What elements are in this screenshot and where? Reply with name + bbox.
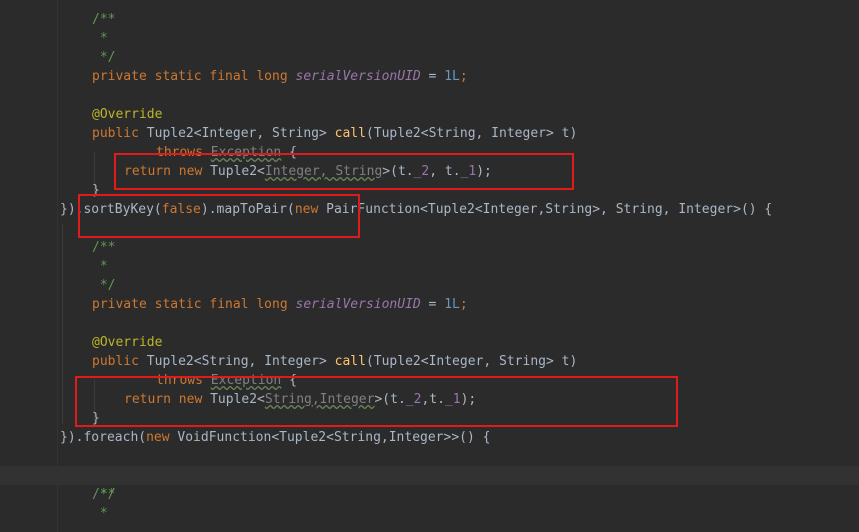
highlight-box-sortbykey [78,194,360,238]
code-token: @Override [92,335,163,350]
code-token: ; [459,297,468,312]
code-editor[interactable]: /** * */ private static final long serial… [0,0,859,532]
code-line[interactable]: /** [0,238,859,257]
code-token: * [92,259,108,274]
code-token: call [334,126,366,141]
code-token: /** [92,12,116,27]
code-token: 1L [444,297,460,312]
code-line[interactable]: }).foreach(new VoidFunction<Tuple2<Strin… [0,428,859,447]
code-token: */ [92,487,116,502]
code-token: 1L [444,69,460,84]
code-line[interactable]: /** [0,10,859,29]
code-line[interactable] [0,466,859,485]
code-token: * [92,506,108,521]
code-token: private static final long [92,69,296,84]
code-line[interactable]: */ [0,48,859,67]
highlight-box-return-2 [75,376,678,427]
code-token: call [334,354,366,369]
code-line[interactable] [0,86,859,105]
code-line[interactable]: * [0,504,859,523]
code-line[interactable] [0,314,859,333]
code-line[interactable]: private static final long serialVersionU… [0,67,859,86]
code-token: VoidFunction<Tuple2<String,Integer>>() { [177,430,491,445]
code-token: (Tuple2<Integer, String> t) [365,354,578,369]
code-token: = [420,297,445,312]
code-token: }).foreach( [60,430,147,445]
code-token: */ [92,50,116,65]
code-token: private static final long [92,297,296,312]
code-token: public [92,126,147,141]
code-token: */ [92,278,116,293]
code-token: @Override [92,107,163,122]
code-line[interactable]: * [0,257,859,276]
code-token: * [92,31,108,46]
code-line[interactable]: * [0,29,859,48]
code-line[interactable]: */ [0,276,859,295]
highlight-box-return-1 [114,153,574,190]
code-line[interactable]: public Tuple2<Integer, String> call(Tupl… [0,124,859,143]
code-token: serialVersionUID [295,297,421,312]
code-line[interactable]: */ [0,485,859,504]
code-token: ; [459,69,468,84]
code-token: serialVersionUID [295,69,421,84]
code-line[interactable]: @Override [0,333,859,352]
code-token: /** [92,240,116,255]
code-token: (Tuple2<String, Integer> t) [365,126,578,141]
code-line[interactable]: public Tuple2<String, Integer> call(Tupl… [0,352,859,371]
code-token: Tuple2<String, Integer> [146,354,335,369]
code-token: public [92,354,147,369]
code-token: new [146,430,178,445]
code-line[interactable]: private static final long serialVersionU… [0,295,859,314]
code-token: Tuple2<Integer, String> [146,126,335,141]
code-token: = [420,69,445,84]
code-token: PairFunction<Tuple2<Integer,String>, Str… [326,202,773,217]
code-line[interactable]: @Override [0,105,859,124]
